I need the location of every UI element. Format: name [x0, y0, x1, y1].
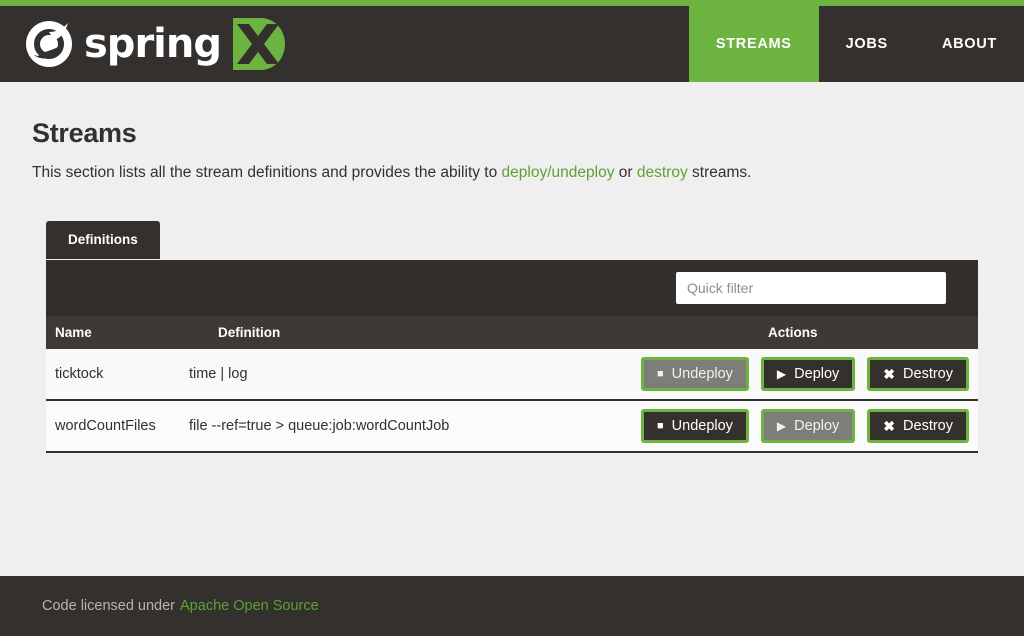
xd-badge-icon	[231, 18, 285, 70]
close-icon: ✖	[883, 366, 896, 382]
nav-item-about[interactable]: ABOUT	[915, 6, 1024, 82]
column-header-name: Name	[55, 325, 92, 340]
destroy-button[interactable]: ✖ Destroy	[867, 357, 969, 391]
undeploy-button[interactable]: ■ Undeploy	[641, 409, 749, 443]
site-header: spring STREAMS JOBS ABOUT	[0, 6, 1024, 82]
table-row: ticktock time | log ■ Undeploy ▶ Deploy …	[46, 349, 978, 401]
deploy-button-label: Deploy	[794, 418, 840, 434]
subtitle-text-3: streams.	[687, 164, 752, 181]
destroy-button-label: Destroy	[903, 418, 953, 434]
stream-name-cell: ticktock	[55, 366, 104, 382]
stop-icon: ■	[657, 367, 664, 380]
close-icon: ✖	[883, 418, 896, 434]
undeploy-button-label: Undeploy	[671, 366, 733, 382]
column-header-actions: Actions	[768, 325, 818, 340]
panel-toolbar	[46, 260, 978, 316]
stream-definition-cell: time | log	[188, 366, 248, 382]
definitions-panel: Name Definition Actions ticktock time | …	[46, 260, 978, 453]
footer-text: Code licensed under	[42, 598, 176, 614]
tab-definitions[interactable]: Definitions	[46, 221, 160, 259]
tab-bar: Definitions	[46, 221, 160, 259]
play-icon: ▶	[776, 367, 787, 381]
column-header-definition: Definition	[218, 325, 281, 340]
quick-filter-input[interactable]	[676, 272, 946, 304]
deploy-undeploy-link[interactable]: deploy/undeploy	[502, 164, 615, 181]
app-page: spring STREAMS JOBS ABOUT Streams This s…	[0, 0, 1024, 636]
undeploy-button-label: Undeploy	[671, 418, 733, 434]
deploy-button-label: Deploy	[794, 366, 840, 382]
play-icon: ▶	[776, 419, 787, 433]
nav-item-jobs[interactable]: JOBS	[819, 6, 915, 82]
stream-actions-cell: ■ Undeploy ▶ Deploy ✖ Destroy	[641, 409, 978, 443]
stop-icon: ■	[657, 419, 664, 432]
stream-name-cell: wordCountFiles	[55, 418, 156, 434]
page-title: Streams	[32, 118, 137, 148]
brand-wordmark: spring	[84, 21, 222, 67]
main-navigation: STREAMS JOBS ABOUT	[688, 6, 1024, 82]
table-header-row: Name Definition Actions	[46, 316, 978, 349]
undeploy-button[interactable]: ■ Undeploy	[641, 357, 749, 391]
destroy-button[interactable]: ✖ Destroy	[867, 409, 969, 443]
stream-actions-cell: ■ Undeploy ▶ Deploy ✖ Destroy	[641, 357, 978, 391]
deploy-button[interactable]: ▶ Deploy	[760, 409, 856, 443]
deploy-button[interactable]: ▶ Deploy	[760, 357, 856, 391]
brand-logo[interactable]: spring	[0, 6, 285, 82]
site-footer: Code licensed under Apache Open Source	[0, 576, 1024, 636]
spring-leaf-icon	[24, 19, 74, 69]
destroy-link[interactable]: destroy	[637, 164, 688, 181]
subtitle-text-2: or	[614, 164, 637, 181]
apache-license-link[interactable]: Apache Open Source	[180, 598, 319, 614]
subtitle-text-1: This section lists all the stream defini…	[32, 164, 502, 181]
page-subtitle: This section lists all the stream defini…	[32, 164, 751, 182]
main-content: Streams This section lists all the strea…	[0, 82, 1024, 576]
stream-definition-cell: file --ref=true > queue:job:wordCountJob	[188, 418, 450, 434]
nav-item-streams[interactable]: STREAMS	[688, 6, 819, 82]
destroy-button-label: Destroy	[903, 366, 953, 382]
table-row: wordCountFiles file --ref=true > queue:j…	[46, 401, 978, 453]
